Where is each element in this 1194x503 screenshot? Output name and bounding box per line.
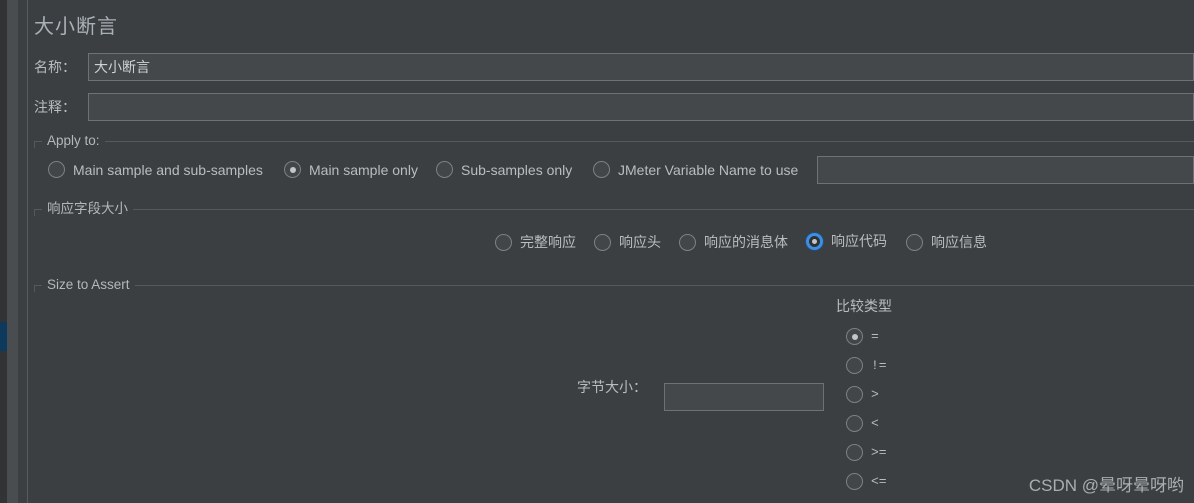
radio-label: = — [871, 329, 879, 344]
splitter-track[interactable] — [7, 0, 18, 503]
radio-label: Main sample and sub-samples — [73, 161, 263, 178]
page-title: 大小断言 — [34, 16, 118, 38]
size-assertion-panel: 大小断言 名称： 大小断言 注释： Apply to: Main sample … — [0, 0, 1194, 503]
response-field-size-legend: 响应字段大小 — [42, 200, 133, 218]
size-to-assert-group: Size to Assert 字节大小： 比较类型 = != > < >= <= — [34, 276, 1194, 503]
radio-icon[interactable] — [284, 161, 301, 178]
radio-icon[interactable] — [436, 161, 453, 178]
radio-cmp-ne[interactable]: != — [846, 357, 887, 374]
radio-label: != — [871, 358, 887, 373]
splitter-handle[interactable] — [18, 0, 32, 503]
radio-response-headers[interactable]: 响应头 — [594, 232, 661, 252]
size-to-assert-legend: Size to Assert — [42, 276, 135, 294]
radio-icon[interactable] — [846, 473, 863, 490]
radio-label: <= — [871, 474, 887, 489]
radio-icon[interactable] — [806, 232, 823, 250]
radio-icon[interactable] — [846, 415, 863, 432]
radio-icon[interactable] — [846, 386, 863, 403]
radio-label: 响应信息 — [931, 234, 987, 250]
radio-icon[interactable] — [846, 444, 863, 461]
radio-response-message[interactable]: 响应信息 — [906, 232, 987, 252]
radio-icon[interactable] — [495, 233, 512, 251]
radio-label: 响应的消息体 — [704, 234, 788, 250]
comment-row: 注释： — [28, 93, 1194, 121]
radio-icon[interactable] — [48, 161, 65, 178]
apply-to-legend: Apply to: — [42, 132, 105, 150]
radio-icon[interactable] — [594, 233, 611, 251]
radio-main-only[interactable]: Main sample only — [284, 161, 418, 178]
radio-label: < — [871, 416, 879, 431]
radio-label: 响应代码 — [831, 233, 887, 249]
radio-cmp-le[interactable]: <= — [846, 473, 887, 490]
radio-label: JMeter Variable Name to use — [618, 161, 799, 178]
radio-label: 完整响应 — [520, 234, 576, 250]
response-field-size-group: 响应字段大小 完整响应 响应头 响应的消息体 响应代码 响应信息 — [34, 200, 1194, 263]
byte-size-label: 字节大小： — [577, 379, 647, 395]
radio-label: >= — [871, 445, 887, 460]
tree-selection-indicator — [0, 322, 7, 351]
radio-icon[interactable] — [679, 233, 696, 251]
radio-response-code[interactable]: 响应代码 — [806, 231, 887, 251]
radio-label: Main sample only — [309, 161, 418, 178]
radio-label: Sub-samples only — [461, 161, 573, 178]
comment-input[interactable] — [88, 93, 1194, 121]
watermark: CSDN @晕呀晕呀哟 — [1028, 476, 1184, 495]
radio-main-and-sub[interactable]: Main sample and sub-samples — [48, 161, 263, 178]
jmeter-variable-input[interactable] — [817, 156, 1194, 184]
apply-to-group: Apply to: Main sample and sub-samples Ma… — [34, 132, 1194, 193]
radio-full-response[interactable]: 完整响应 — [495, 232, 576, 252]
radio-cmp-ge[interactable]: >= — [846, 444, 887, 461]
radio-jmeter-variable[interactable]: JMeter Variable Name to use — [593, 161, 798, 178]
radio-cmp-lt[interactable]: < — [846, 415, 879, 432]
left-rail — [0, 0, 7, 503]
radio-sub-only[interactable]: Sub-samples only — [436, 161, 572, 178]
radio-label: > — [871, 387, 879, 402]
radio-icon[interactable] — [593, 161, 610, 178]
radio-label: 响应头 — [619, 234, 661, 250]
radio-response-body[interactable]: 响应的消息体 — [679, 232, 788, 252]
radio-icon[interactable] — [906, 233, 923, 251]
comparison-type-title: 比较类型 — [836, 298, 892, 314]
radio-cmp-eq[interactable]: = — [846, 328, 879, 345]
radio-icon[interactable] — [846, 328, 863, 345]
radio-cmp-gt[interactable]: > — [846, 386, 879, 403]
radio-icon[interactable] — [846, 357, 863, 374]
assertion-editor-panel: 大小断言 名称： 大小断言 注释： Apply to: Main sample … — [28, 0, 1194, 503]
byte-size-input[interactable] — [664, 383, 824, 411]
name-input[interactable]: 大小断言 — [88, 53, 1194, 81]
name-row: 名称： 大小断言 — [28, 53, 1194, 81]
